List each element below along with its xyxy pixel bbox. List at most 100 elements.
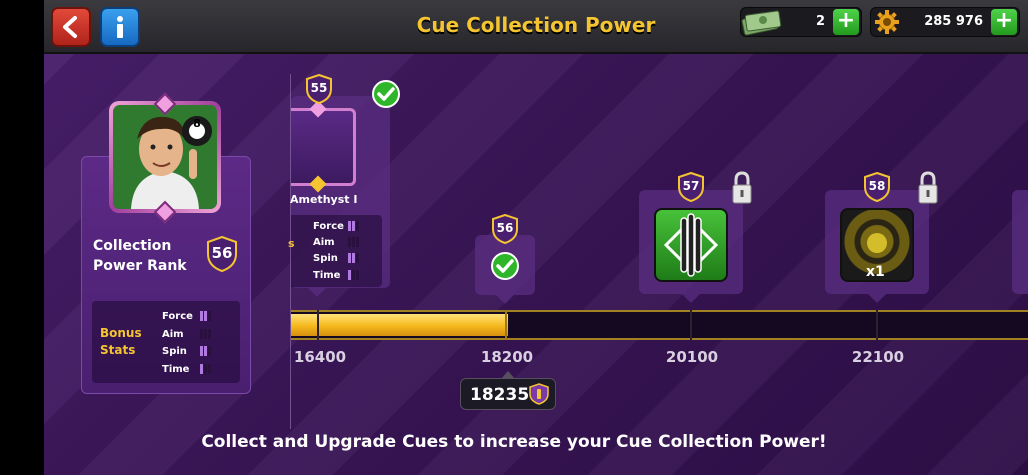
- milestone-58-rank-badge: 58: [863, 171, 891, 203]
- stat-bar-segment: [352, 253, 355, 263]
- cue-reward-57: [654, 208, 728, 282]
- coin-value: 285 976: [924, 14, 983, 29]
- avatar-ball-number: 8: [193, 117, 201, 130]
- amethyst-stat-spin: Spin: [313, 253, 338, 264]
- progress-fill: [291, 314, 508, 336]
- card-pointer-amethyst: [308, 288, 326, 297]
- check-icon: [496, 259, 514, 273]
- stat-bar-segment: [200, 311, 203, 321]
- current-progress-value: 18235: [470, 385, 530, 405]
- cue-icon: [663, 213, 719, 277]
- card-pointer-56: [496, 295, 514, 304]
- rank-number: 56: [211, 244, 233, 262]
- stat-bar-segment: [200, 329, 203, 339]
- cash-counter: 2 +: [740, 7, 862, 37]
- rank-label-line2: Power Rank: [93, 258, 187, 274]
- stat-bar-segment: [352, 237, 355, 247]
- stat-bar-segment: [204, 364, 207, 374]
- stat-bar-segment: [204, 311, 207, 321]
- stat-bar-segment: [352, 221, 355, 231]
- milestone-58-rank-number: 58: [868, 179, 886, 193]
- avatar-frame: [109, 101, 221, 213]
- stat-bar-segment: [208, 364, 211, 374]
- top-bar: Cue Collection Power 2 + 285 976 +: [44, 0, 1028, 54]
- milestone-tick-20100: [690, 310, 692, 340]
- stat-time-bars: [200, 364, 211, 374]
- milestone-56-rank-number: 56: [496, 221, 514, 235]
- stat-bar-segment: [200, 364, 203, 374]
- progress-track: [291, 310, 1028, 340]
- card-pointer-57: [682, 294, 700, 303]
- stat-bar-segment: [200, 346, 203, 356]
- milestone-label-22100: 22100: [851, 348, 905, 366]
- bonus-label-line2: Stats: [100, 343, 136, 357]
- rank-shield-badge: 56: [206, 235, 238, 273]
- milestone-tick-16400: [317, 310, 319, 340]
- current-progress-tag: 18235: [460, 371, 556, 410]
- amethyst-force-bars: [348, 221, 359, 231]
- footer-hint: Collect and Upgrade Cues to increase you…: [201, 432, 827, 452]
- stat-aim-bars: [200, 329, 211, 339]
- reward-card-next[interactable]: [1012, 190, 1028, 294]
- amethyst-bonus-fragment: s: [288, 237, 295, 250]
- stat-bar-segment: [348, 270, 351, 280]
- amethyst-stats-box: s Force Aim Spin Time: [288, 215, 382, 287]
- amethyst-name: Amethyst I: [290, 193, 358, 206]
- stat-bar-segment: [356, 270, 359, 280]
- stat-aim-label: Aim: [162, 329, 184, 340]
- stat-time-label: Time: [162, 364, 190, 375]
- stat-bar-segment: [204, 346, 207, 356]
- stat-bar-segment: [208, 346, 211, 356]
- rank-label-line1: Collection: [93, 238, 172, 254]
- stat-bar-segment: [204, 329, 207, 339]
- bonus-stats-box: Bonus Stats Force Aim Spin Time: [92, 301, 240, 383]
- stat-bar-segment: [348, 253, 351, 263]
- stat-bar-segment: [208, 311, 211, 321]
- amethyst-time-bars: [348, 270, 359, 280]
- milestone-tick-22100: [876, 310, 878, 340]
- amethyst-aim-bars: [348, 237, 359, 247]
- stat-bar-segment: [356, 221, 359, 231]
- stat-spin-label: Spin: [162, 346, 187, 357]
- amethyst-completed-badge: [372, 80, 400, 108]
- cash-icon: [741, 10, 782, 36]
- stat-bar-segment: [208, 329, 211, 339]
- bonus-stats-label: Bonus Stats: [100, 325, 142, 359]
- reward-count-58: x1: [866, 264, 885, 280]
- amethyst-stat-force: Force: [313, 221, 344, 232]
- amethyst-spin-bars: [348, 253, 359, 263]
- coin-icon: [875, 10, 899, 34]
- milestone-56-rank-badge: 56: [491, 213, 519, 245]
- lock-icon: [732, 171, 752, 204]
- stat-force-label: Force: [162, 311, 193, 322]
- add-coins-button[interactable]: +: [991, 9, 1017, 35]
- card-pointer-58: [868, 294, 886, 303]
- stat-bar-segment: [348, 237, 351, 247]
- power-shield-icon: [529, 383, 549, 405]
- add-cash-button[interactable]: +: [833, 9, 859, 35]
- amethyst-rank-number: 55: [310, 81, 328, 95]
- bonus-label-line1: Bonus: [100, 326, 142, 340]
- milestone-56-completed-badge: [491, 252, 519, 280]
- cash-value: 2: [815, 14, 825, 29]
- stat-bar-segment: [356, 253, 359, 263]
- amethyst-stat-aim: Aim: [313, 237, 335, 248]
- stat-spin-bars: [200, 346, 211, 356]
- milestone-label-18200: 18200: [480, 348, 534, 366]
- stat-bar-segment: [356, 237, 359, 247]
- milestone-tick-18200: [505, 310, 507, 340]
- milestone-label-16400: 16400: [293, 348, 347, 366]
- milestone-57-rank-badge: 57: [677, 171, 705, 203]
- collection-power-rank-label: Collection Power Rank: [93, 236, 187, 276]
- amethyst-stat-time: Time: [313, 270, 341, 281]
- amethyst-avatar-frame: [291, 108, 356, 186]
- milestone-label-20100: 20100: [665, 348, 719, 366]
- milestone-57-rank-number: 57: [682, 179, 700, 193]
- coin-counter: 285 976 +: [870, 7, 1020, 37]
- stat-bar-segment: [352, 270, 355, 280]
- check-icon: [377, 87, 395, 101]
- stat-bar-segment: [348, 221, 351, 231]
- stat-force-bars: [200, 311, 211, 321]
- lock-icon: [918, 171, 938, 204]
- amethyst-rank-badge: 55: [305, 73, 333, 105]
